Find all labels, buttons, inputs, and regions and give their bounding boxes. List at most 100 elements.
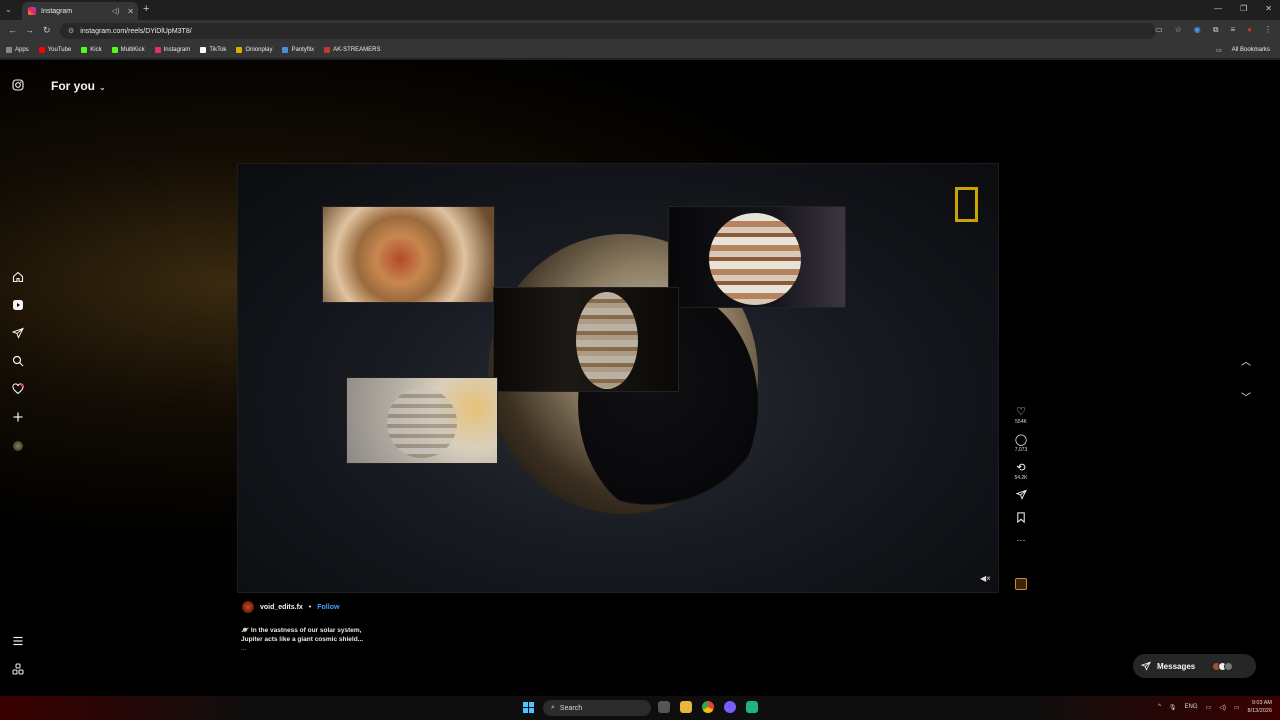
bookmark-item[interactable]: MultiKick	[111, 47, 145, 53]
speaker-icon[interactable]: ◁)	[112, 7, 120, 15]
bookmark-label: Kick	[90, 47, 102, 53]
cast-icon[interactable]: ▭	[1155, 25, 1163, 35]
repost-button[interactable]: ⟲ 54.2K	[1014, 461, 1027, 481]
reel-video[interactable]: ◀×	[237, 163, 999, 593]
follow-button[interactable]: Follow	[317, 604, 339, 611]
bookmarks-bar: Apps YouTube Kick MultiKick Instagram TikTok O…	[0, 42, 1280, 58]
author-avatar[interactable]	[242, 601, 254, 613]
url-text: instagram.com/reels/DYiDlUpM3T8/	[80, 27, 192, 35]
more-icon[interactable]	[11, 663, 25, 678]
bookmark-label: MultiKick	[120, 47, 145, 53]
profile-icon[interactable]: ●	[1247, 25, 1252, 35]
like-button[interactable]: ♡ 554K	[1015, 405, 1027, 425]
chrome-icon[interactable]	[702, 701, 714, 713]
bookmark-label: YouTube	[47, 47, 72, 53]
jupiter-milkyway-frame	[668, 206, 846, 308]
bookmark-item[interactable]: AK-STREAMERS	[324, 47, 381, 53]
close-tab-icon[interactable]: ✕	[127, 7, 134, 16]
media-control-icon[interactable]: ≡	[1230, 25, 1235, 35]
app-icon[interactable]	[724, 701, 736, 713]
audio-thumbnail[interactable]	[1015, 578, 1027, 590]
tab-instagram[interactable]: Instagram ◁) ✕	[22, 2, 138, 20]
menu-icon[interactable]	[11, 635, 25, 650]
mute-icon[interactable]: ◀×	[980, 574, 991, 583]
windows-start-icon[interactable]	[523, 702, 534, 713]
all-bookmarks[interactable]: ▭ All Bookmarks	[1210, 42, 1280, 58]
messages-button[interactable]: Messages	[1133, 654, 1256, 678]
reel-caption[interactable]: 🪐 In the vastness of our solar system, J…	[241, 626, 371, 653]
task-view-icon[interactable]	[658, 701, 670, 713]
jupiter-bright-frame	[346, 377, 498, 464]
address-bar[interactable]: ⚙ instagram.com/reels/DYiDlUpM3T8/	[60, 23, 1156, 39]
caption-line-1: 🪐 In the vastness of our solar system,	[241, 627, 362, 634]
bookmark-item[interactable]: YouTube	[38, 47, 72, 53]
caption-more[interactable]: ...	[241, 644, 371, 653]
extensions-puzzle-icon[interactable]: ⧉	[1213, 25, 1219, 35]
bookmark-label: Pantyflix	[291, 47, 315, 53]
caption-line-2: Jupiter acts like a giant cosmic shield.…	[241, 636, 364, 643]
maximize-icon[interactable]: ❐	[1240, 4, 1247, 13]
search-icon[interactable]	[11, 355, 25, 370]
save-button[interactable]	[1016, 512, 1026, 523]
navigation-bar: ← → ↻ ⚙ instagram.com/reels/DYiDlUpM3T8/…	[0, 20, 1280, 42]
messages-label: Messages	[1157, 661, 1196, 671]
window-controls: — ❐ ✕	[1214, 4, 1272, 13]
bookmark-favicon-icon	[324, 47, 331, 53]
reels-icon[interactable]	[11, 299, 25, 314]
bookmark-favicon-icon	[81, 47, 88, 53]
language-indicator[interactable]: ENG	[1185, 704, 1198, 710]
browser-chrome: ⌄ Instagram ◁) ✕ + — ❐ ✕ ← → ↻ ⚙ instagr…	[0, 0, 1280, 60]
file-explorer-icon[interactable]	[680, 701, 692, 713]
chevron-up-icon[interactable]: ^	[1158, 704, 1161, 710]
direct-icon[interactable]	[11, 327, 25, 342]
bookmark-star-icon[interactable]: ☆	[1175, 25, 1182, 35]
network-icon[interactable]: ▭	[1206, 704, 1212, 711]
notifications-icon[interactable]	[11, 383, 25, 398]
reel-author: void_edits.fx • Follow	[242, 601, 339, 613]
bookmark-item[interactable]: Apps	[6, 47, 29, 53]
mic-icon[interactable]: 🎙	[1169, 704, 1177, 711]
taskbar-search[interactable]: ⌕ Search	[543, 700, 651, 716]
feed-selector[interactable]: For you ⌄	[51, 79, 106, 93]
comment-count: 7,073	[1014, 447, 1028, 453]
site-info-icon[interactable]: ⚙	[68, 27, 74, 35]
forward-icon[interactable]: →	[25, 25, 34, 35]
back-icon[interactable]: ←	[8, 25, 17, 35]
app-green-icon[interactable]	[746, 701, 758, 713]
home-icon[interactable]	[11, 271, 25, 286]
comment-button[interactable]: ◯ 7,073	[1015, 433, 1028, 453]
clock[interactable]: 9:03 AM 8/13/2026	[1248, 699, 1272, 715]
minimize-icon[interactable]: —	[1214, 4, 1222, 13]
bookmark-favicon-icon	[200, 47, 207, 53]
author-username[interactable]: void_edits.fx	[260, 604, 303, 611]
bookmark-icon	[1017, 512, 1025, 523]
bookmark-item[interactable]: Onionplay	[236, 47, 272, 53]
bookmark-item[interactable]: Pantyflix	[282, 47, 314, 53]
ellipsis-icon: ···	[1016, 535, 1026, 545]
clock-time: 9:03 AM	[1251, 700, 1272, 706]
volume-icon[interactable]: ◁)	[1219, 704, 1226, 711]
tab-search-icon[interactable]: ⌄	[5, 5, 12, 14]
search-icon: ⌕	[551, 704, 555, 711]
reload-icon[interactable]: ↻	[43, 25, 51, 36]
jupiter-shadow-frame	[493, 287, 679, 392]
folder-icon: ▭	[1216, 47, 1222, 54]
menu-dots-icon[interactable]: ⋮	[1264, 25, 1272, 35]
battery-icon[interactable]: ▭	[1234, 704, 1240, 711]
previous-reel-button[interactable]: ︿	[1237, 351, 1255, 369]
bookmark-item[interactable]: TikTok	[200, 47, 226, 53]
share-button[interactable]	[1015, 489, 1027, 500]
create-icon[interactable]	[11, 411, 25, 426]
messages-icon	[1141, 661, 1151, 671]
bookmark-item[interactable]: Instagram	[154, 47, 190, 53]
next-reel-button[interactable]: ﹀	[1237, 387, 1255, 405]
profile-avatar[interactable]	[11, 440, 25, 454]
instagram-logo-icon[interactable]	[11, 79, 25, 94]
comment-icon: ◯	[1014, 434, 1028, 446]
new-tab-button[interactable]: +	[143, 3, 149, 15]
extension-icon[interactable]: ◉	[1194, 25, 1201, 35]
more-options-button[interactable]: ···	[1017, 535, 1026, 545]
close-window-icon[interactable]: ✕	[1265, 4, 1272, 13]
heart-icon: ♡	[1016, 406, 1026, 418]
bookmark-item[interactable]: Kick	[81, 47, 102, 53]
